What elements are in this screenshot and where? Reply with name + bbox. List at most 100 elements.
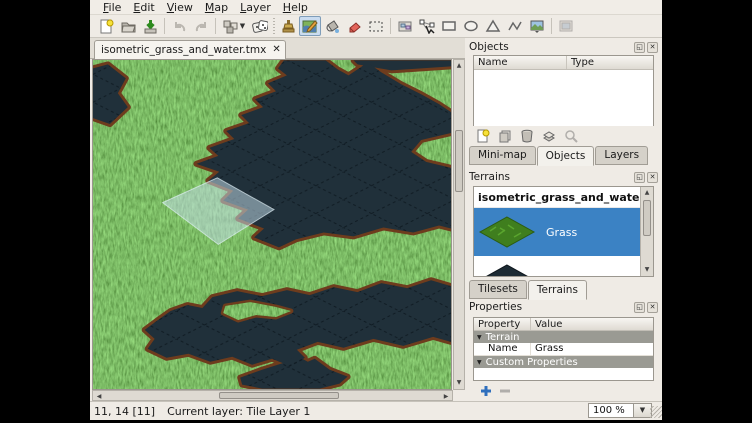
float-dock-icon[interactable]: ◱ <box>634 42 645 53</box>
scroll-up-icon[interactable]: ▲ <box>642 188 652 198</box>
objects-list-empty[interactable] <box>474 70 653 126</box>
tileset-name: isometric_grass_and_water <box>474 187 642 208</box>
property-group-terrain[interactable]: ▼ Terrain <box>474 331 653 343</box>
tab-mini-map[interactable]: Mini-map <box>469 146 536 165</box>
terrains-dock-title: Terrains <box>469 171 632 183</box>
terrain-row-grass[interactable]: Grass <box>474 208 642 256</box>
menu-layer[interactable]: Layer <box>234 1 277 14</box>
open-map-icon[interactable] <box>117 16 139 36</box>
random-mode-icon[interactable] <box>249 16 271 36</box>
float-dock-icon[interactable]: ◱ <box>634 172 645 183</box>
menu-edit[interactable]: Edit <box>127 1 160 14</box>
insert-polygon-icon[interactable] <box>482 16 504 36</box>
tab-objects[interactable]: Objects <box>537 146 595 166</box>
properties-empty-row <box>474 368 653 380</box>
status-bar: 11, 14 [11] Current layer: Tile Layer 1 <box>90 401 662 420</box>
main-toolbar: ▼ <box>90 15 662 38</box>
grass-terrain-thumbnail <box>478 215 536 249</box>
toolbar-separator <box>215 18 216 34</box>
new-map-icon[interactable] <box>95 16 117 36</box>
property-group-custom[interactable]: ▼ Custom Properties <box>474 356 653 368</box>
terrains-scrollbar[interactable]: ▲ ▼ <box>640 187 653 276</box>
scroll-down-icon[interactable]: ▼ <box>454 378 464 388</box>
insert-polyline-icon[interactable] <box>504 16 526 36</box>
eraser-icon[interactable] <box>343 16 365 36</box>
bucket-fill-icon[interactable] <box>321 16 343 36</box>
close-dock-icon[interactable]: ✕ <box>647 302 658 313</box>
collapse-icon[interactable]: ▼ <box>477 334 482 341</box>
tab-layers[interactable]: Layers <box>595 146 648 165</box>
collapse-icon[interactable]: ▼ <box>477 359 482 366</box>
terrains-list: isometric_grass_and_water Grass Water ▲ <box>473 186 654 277</box>
scroll-up-icon[interactable]: ▲ <box>454 61 464 71</box>
menu-file[interactable]: File <box>97 1 127 14</box>
remove-property-icon[interactable] <box>498 384 511 397</box>
objects-col-name[interactable]: Name <box>474 56 567 69</box>
add-property-icon[interactable] <box>479 384 492 397</box>
terrain-row-water[interactable]: Water <box>474 256 642 277</box>
properties-col-property[interactable]: Property <box>474 318 531 330</box>
tab-terrains[interactable]: Terrains <box>528 280 587 300</box>
zoom-value[interactable]: 100 % <box>588 403 634 418</box>
menu-map[interactable]: Map <box>199 1 234 14</box>
screen: File Edit View Map Layer Help ▼ <box>0 0 752 423</box>
map-horizontal-scrollbar[interactable]: ◀ ▶ <box>92 390 453 401</box>
duplicate-object-icon[interactable] <box>497 128 513 144</box>
bottom-dock-tabs: Mini-map Objects Layers <box>469 146 649 165</box>
objects-dock-title: Objects <box>469 41 632 53</box>
toolbar-separator <box>164 18 165 34</box>
document-tab-label: isometric_grass_and_water.tmx <box>101 44 266 56</box>
objects-table: Name Type <box>473 55 654 126</box>
goto-object-icon[interactable] <box>563 128 579 144</box>
terrain-brush-icon[interactable] <box>299 16 321 36</box>
objects-col-type[interactable]: Type <box>567 56 653 69</box>
insert-rectangle-icon[interactable] <box>438 16 460 36</box>
properties-table-header: Property Value <box>474 318 653 331</box>
float-dock-icon[interactable]: ◱ <box>634 302 645 313</box>
menu-bar: File Edit View Map Layer Help <box>90 0 662 15</box>
property-row-name[interactable]: Name Grass <box>474 343 653 356</box>
properties-col-value[interactable]: Value <box>531 318 653 330</box>
stamp-brush-icon[interactable] <box>277 16 299 36</box>
terrain-name: Grass <box>546 226 577 239</box>
scroll-down-icon[interactable]: ▼ <box>642 265 652 275</box>
insert-tile-icon[interactable] <box>526 16 548 36</box>
add-object-icon[interactable] <box>475 128 491 144</box>
document-tab[interactable]: isometric_grass_and_water.tmx ✕ <box>94 40 286 59</box>
menu-view[interactable]: View <box>161 1 199 14</box>
select-objects-icon[interactable] <box>394 16 416 36</box>
redo-icon[interactable] <box>190 16 212 36</box>
group-label: Custom Properties <box>486 357 578 368</box>
property-value[interactable]: Grass <box>531 343 653 355</box>
zoom-control[interactable]: 100 % ▼ <box>588 403 652 418</box>
stamp-presets-icon[interactable]: ▼ <box>219 16 249 36</box>
vscroll-thumb[interactable] <box>455 130 463 192</box>
toolbar-separator <box>551 18 552 34</box>
terrains-scroll-thumb[interactable] <box>643 200 651 236</box>
toolbar-handle[interactable] <box>273 18 275 34</box>
properties-dock-title: Properties <box>469 301 632 313</box>
tab-tilesets[interactable]: Tilesets <box>469 280 527 299</box>
terrains-dock-titlebar: Terrains ◱ ✕ <box>469 170 658 184</box>
save-map-icon[interactable] <box>139 16 161 36</box>
isometric-map <box>93 60 451 389</box>
insert-ellipse-icon[interactable] <box>460 16 482 36</box>
tab-close-icon[interactable]: ✕ <box>272 45 280 55</box>
property-key: Name <box>474 343 531 355</box>
undo-icon[interactable] <box>168 16 190 36</box>
map-vertical-scrollbar[interactable]: ▲ ▼ <box>453 59 465 390</box>
resize-grip[interactable] <box>650 406 662 418</box>
menu-help[interactable]: Help <box>277 1 314 14</box>
map-canvas[interactable] <box>92 59 452 390</box>
objects-table-header: Name Type <box>474 56 653 70</box>
terrain-name: Water <box>546 274 579 278</box>
hscroll-thumb[interactable] <box>219 392 339 399</box>
remove-object-icon[interactable] <box>519 128 535 144</box>
close-dock-icon[interactable]: ✕ <box>647 42 658 53</box>
insert-image-icon[interactable] <box>555 16 577 36</box>
edit-polygons-icon[interactable] <box>416 16 438 36</box>
rectangular-select-icon[interactable] <box>365 16 387 36</box>
close-dock-icon[interactable]: ✕ <box>647 172 658 183</box>
toolbar-separator <box>390 18 391 34</box>
raise-object-icon[interactable] <box>541 128 557 144</box>
